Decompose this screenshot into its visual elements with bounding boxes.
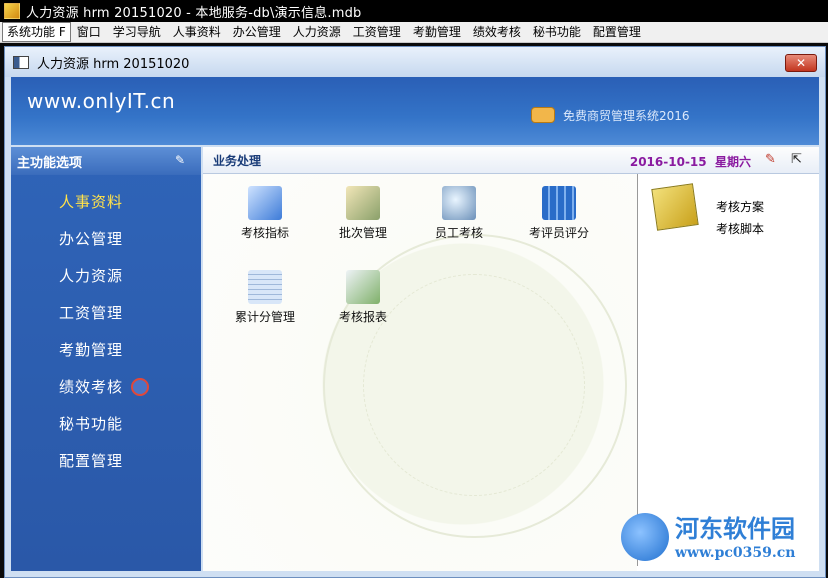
tile-assessment-report[interactable]: 考核报表 xyxy=(313,264,413,334)
tile-employee-assessment[interactable]: 员工考核 xyxy=(409,180,509,250)
document-list-icon xyxy=(248,270,282,304)
system-name: 免费商贸管理系统2016 xyxy=(563,109,690,123)
menu-hr[interactable]: 人力资源 xyxy=(287,23,347,41)
batch-icon xyxy=(346,186,380,220)
link-assessment-script[interactable]: 考核脚本 xyxy=(716,220,764,237)
sidebar-item-attendance[interactable]: 考勤管理 xyxy=(11,331,201,368)
menu-performance[interactable]: 绩效考核 xyxy=(467,23,527,41)
indicator-icon xyxy=(248,186,282,220)
close-button[interactable]: ✕ xyxy=(785,54,817,72)
main-header: 业务处理 2016-10-15 星期六 ✎ ⇱ xyxy=(203,147,819,174)
banner: www.onlyIT.cn 免费商贸管理系统2016 xyxy=(11,77,819,145)
watermark-url: www.pc0359.cn xyxy=(675,545,796,561)
sidebar-item-config[interactable]: 配置管理 xyxy=(11,442,201,479)
scheme-icon xyxy=(651,183,699,231)
sidebar-item-payroll[interactable]: 工资管理 xyxy=(11,294,201,331)
sidebar-title: 主功能选项 xyxy=(17,155,83,171)
menu-config[interactable]: 配置管理 xyxy=(587,23,647,41)
tile-cumulative-score[interactable]: 累计分管理 xyxy=(215,264,315,334)
sidebar-item-label: 办公管理 xyxy=(59,230,124,248)
tile-rater-scoring[interactable]: 考评员评分 xyxy=(509,180,609,250)
tile-batch-management[interactable]: 批次管理 xyxy=(313,180,413,250)
exit-icon[interactable]: ⇱ xyxy=(791,152,807,168)
menu-personnel[interactable]: 人事资料 xyxy=(167,23,227,41)
sidebar-item-label: 人事资料 xyxy=(59,193,124,211)
menu-attendance[interactable]: 考勤管理 xyxy=(407,23,467,41)
tile-label: 员工考核 xyxy=(434,226,483,240)
menu-payroll[interactable]: 工资管理 xyxy=(347,23,407,41)
sidebar-item-label: 绩效考核 xyxy=(59,378,124,396)
tile-label: 批次管理 xyxy=(338,226,387,240)
calculator-icon xyxy=(542,186,576,220)
menu-window[interactable]: 窗口 xyxy=(71,23,107,41)
inner-window: 人力资源 hrm 20151020 ✕ www.onlyIT.cn 免费商贸管理… xyxy=(4,46,826,578)
tile-label: 考评员评分 xyxy=(528,226,589,240)
business-area: 考核指标 批次管理 员工考核 考评员评分 累计分管理 考核报表 xyxy=(203,174,637,571)
refresh-icon xyxy=(131,377,150,396)
sidebar-item-personnel[interactable]: 人事资料 xyxy=(11,183,201,220)
tile-assessment-indicator[interactable]: 考核指标 xyxy=(215,180,315,250)
sidebar-item-secretary[interactable]: 秘书功能 xyxy=(11,405,201,442)
sidebar: 主功能选项 ✎ 人事资料 办公管理 人力资源 工资管理 考勤管理 绩效考核 秘书… xyxy=(11,147,201,571)
main-title: 业务处理 xyxy=(213,153,262,168)
magnifier-icon xyxy=(442,186,476,220)
watermark: 河东软件园 www.pc0359.cn xyxy=(621,505,821,575)
sidebar-header: 主功能选项 ✎ xyxy=(11,147,201,175)
tile-label: 考核报表 xyxy=(338,310,387,324)
tile-label: 考核指标 xyxy=(240,226,289,240)
app-icon xyxy=(4,3,20,19)
link-assessment-scheme[interactable]: 考核方案 xyxy=(716,198,764,215)
menubar: 系统功能 F 窗口 学习导航 人事资料 办公管理 人力资源 工资管理 考勤管理 … xyxy=(0,22,828,43)
handshake-icon xyxy=(531,107,555,123)
sidebar-item-hr[interactable]: 人力资源 xyxy=(11,257,201,294)
pin-icon[interactable]: ✎ xyxy=(175,153,189,167)
menu-secretary[interactable]: 秘书功能 xyxy=(527,23,587,41)
menu-system[interactable]: 系统功能 F xyxy=(2,22,71,42)
watermark-name: 河东软件园 xyxy=(675,514,795,543)
menu-learning-nav[interactable]: 学习导航 xyxy=(107,23,167,41)
weekday-value: 星期六 xyxy=(714,155,751,169)
sidebar-item-label: 考勤管理 xyxy=(59,341,124,359)
app-title: 人力资源 hrm 20151020 - 本地服务-db\演示信息.mdb xyxy=(26,5,362,21)
site-url: www.onlyIT.cn xyxy=(27,89,176,113)
app-titlebar: 人力资源 hrm 20151020 - 本地服务-db\演示信息.mdb xyxy=(0,0,828,22)
date-display: 2016-10-15 星期六 xyxy=(630,153,751,170)
report-icon xyxy=(346,270,380,304)
tools-icon[interactable]: ✎ xyxy=(765,152,781,168)
inner-titlebar: 人力资源 hrm 20151020 ✕ xyxy=(5,47,825,77)
sidebar-item-office[interactable]: 办公管理 xyxy=(11,220,201,257)
inner-title: 人力资源 hrm 20151020 xyxy=(37,56,190,72)
sidebar-item-label: 秘书功能 xyxy=(59,415,124,433)
sidebar-item-label: 人力资源 xyxy=(59,267,124,285)
window-icon xyxy=(13,55,29,69)
sidebar-item-label: 配置管理 xyxy=(59,452,124,470)
menu-office[interactable]: 办公管理 xyxy=(227,23,287,41)
date-value: 2016-10-15 xyxy=(629,155,707,169)
sidebar-item-performance[interactable]: 绩效考核 xyxy=(11,368,201,405)
sidebar-item-label: 工资管理 xyxy=(59,304,124,322)
tile-label: 累计分管理 xyxy=(234,310,295,324)
watermark-logo xyxy=(621,513,669,561)
